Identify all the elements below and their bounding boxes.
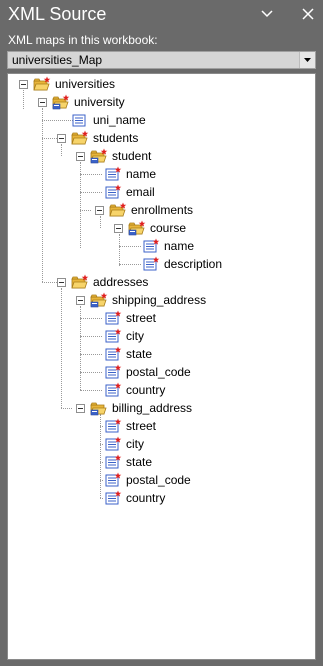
required-element-icon — [142, 238, 160, 254]
repeating-folder-icon — [90, 400, 108, 416]
node-label: postal_code — [126, 473, 191, 487]
node-label: country — [126, 491, 166, 505]
tree-node-shipping-state[interactable]: state — [104, 345, 152, 363]
xml-tree-view[interactable]: universities university uni_name student… — [7, 73, 316, 660]
required-element-icon — [104, 418, 122, 434]
folder-icon — [33, 76, 51, 92]
tree-node-shipping-country[interactable]: country — [104, 381, 165, 399]
dropdown-arrow-icon — [304, 58, 311, 62]
tree-node-billing-country[interactable]: country — [104, 489, 165, 507]
tree-node-shipping-street[interactable]: street — [104, 309, 156, 327]
tree-node-billing-city[interactable]: city — [104, 435, 144, 453]
tree-node-enrollments[interactable]: enrollments — [95, 201, 193, 219]
collapse-toggle[interactable] — [95, 205, 104, 215]
required-element-icon — [104, 166, 122, 182]
node-label: billing_address — [112, 401, 193, 415]
collapse-toggle[interactable] — [57, 277, 66, 287]
required-element-icon — [104, 184, 122, 200]
repeating-folder-icon — [128, 220, 146, 236]
node-label: postal_code — [126, 365, 191, 379]
node-label: city — [126, 437, 144, 451]
tree-node-shipping-city[interactable]: city — [104, 327, 144, 345]
node-label: email — [126, 185, 155, 199]
node-label: state — [126, 347, 153, 361]
node-label: description — [164, 257, 223, 271]
tree-node-uni-name[interactable]: uni_name — [71, 111, 146, 129]
tree-node-universities[interactable]: universities — [19, 75, 115, 93]
panel-title: XML Source — [8, 4, 107, 24]
tree-node-course-description[interactable]: description — [142, 255, 222, 273]
required-element-icon — [104, 346, 122, 362]
required-element-icon — [104, 454, 122, 470]
tree-node-shipping-postal-code[interactable]: postal_code — [104, 363, 191, 381]
node-label: street — [126, 311, 157, 325]
repeating-folder-icon — [90, 148, 108, 164]
collapse-toggle[interactable] — [38, 97, 47, 107]
close-pane-button[interactable] — [297, 4, 319, 24]
node-label: city — [126, 329, 144, 343]
tree-node-course-name[interactable]: name — [142, 237, 194, 255]
xml-map-select[interactable]: universities_Map — [7, 51, 316, 69]
collapse-toggle[interactable] — [76, 403, 85, 413]
tree-node-university[interactable]: university — [38, 93, 125, 111]
repeating-folder-icon — [90, 292, 108, 308]
close-icon — [302, 8, 314, 20]
node-label: state — [126, 455, 153, 469]
tree-node-addresses[interactable]: addresses — [57, 273, 148, 291]
folder-icon — [71, 130, 89, 146]
tree-node-student[interactable]: student — [76, 147, 151, 165]
collapse-toggle[interactable] — [57, 133, 66, 143]
node-label: students — [93, 131, 139, 145]
required-element-icon — [104, 490, 122, 506]
required-element-icon — [142, 256, 160, 272]
node-label: street — [126, 419, 157, 433]
dropdown-arrow-button[interactable] — [299, 52, 315, 68]
xml-maps-label: XML maps in this workbook: — [8, 33, 158, 47]
task-pane-options-button[interactable] — [256, 4, 278, 24]
collapse-toggle[interactable] — [76, 151, 85, 161]
node-label: student — [112, 149, 152, 163]
tree-node-course[interactable]: course — [114, 219, 186, 237]
folder-icon — [71, 274, 89, 290]
required-element-icon — [104, 382, 122, 398]
required-element-icon — [104, 472, 122, 488]
tree-node-billing-postal-code[interactable]: postal_code — [104, 471, 191, 489]
folder-icon — [109, 202, 127, 218]
node-label: enrollments — [131, 203, 194, 217]
collapse-toggle[interactable] — [114, 223, 123, 233]
collapse-toggle[interactable] — [76, 295, 85, 305]
required-element-icon — [104, 328, 122, 344]
tree-node-billing-address[interactable]: billing_address — [76, 399, 192, 417]
repeating-folder-icon — [52, 94, 70, 110]
tree-node-shipping-address[interactable]: shipping_address — [76, 291, 206, 309]
required-element-icon — [104, 310, 122, 326]
node-label: uni_name — [93, 113, 146, 127]
xml-map-select-value: universities_Map — [12, 53, 103, 67]
tree-node-students[interactable]: students — [57, 129, 138, 147]
node-label: addresses — [93, 275, 149, 289]
node-label: course — [150, 221, 187, 235]
required-element-icon — [104, 364, 122, 380]
node-label: shipping_address — [112, 293, 207, 307]
node-label: name — [126, 167, 157, 181]
element-icon — [71, 112, 89, 128]
tree-node-student-name[interactable]: name — [104, 165, 156, 183]
chevron-down-icon — [261, 10, 273, 18]
node-label: country — [126, 383, 166, 397]
required-element-icon — [104, 436, 122, 452]
node-label: university — [74, 95, 125, 109]
tree-node-billing-state[interactable]: state — [104, 453, 152, 471]
tree-node-student-email[interactable]: email — [104, 183, 155, 201]
tree-node-billing-street[interactable]: street — [104, 417, 156, 435]
node-label: name — [164, 239, 195, 253]
collapse-toggle[interactable] — [19, 79, 28, 89]
node-label: universities — [55, 77, 116, 91]
